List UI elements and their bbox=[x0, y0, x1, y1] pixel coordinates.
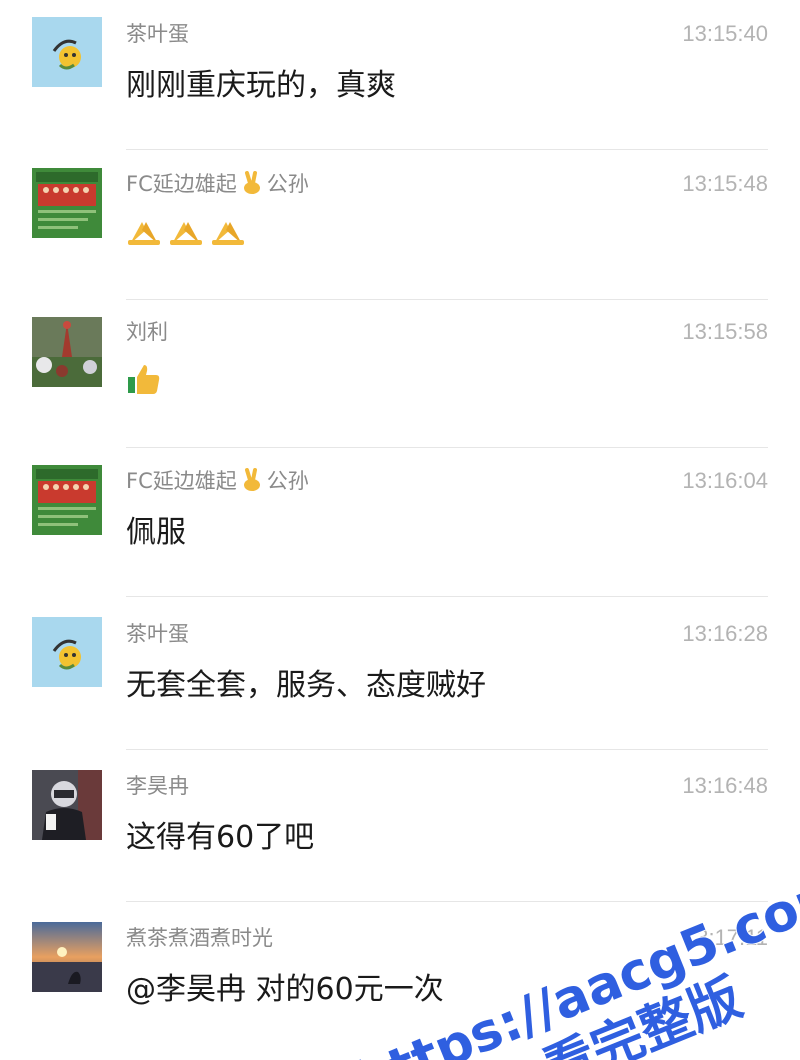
avatar[interactable] bbox=[32, 317, 102, 387]
message-time: 13:16:48 bbox=[682, 773, 768, 798]
divider bbox=[126, 596, 768, 597]
message-text: 佩服 bbox=[126, 515, 186, 550]
sender-suffix: 公孙 bbox=[266, 469, 309, 493]
sender-name: 茶叶蛋 bbox=[126, 22, 189, 46]
folded-hands-icon bbox=[168, 216, 204, 257]
message-text: 这得有60了吧 bbox=[126, 820, 315, 855]
folded-hands-icon bbox=[126, 216, 162, 257]
folded-hands-icon bbox=[210, 216, 246, 257]
avatar[interactable] bbox=[32, 168, 102, 238]
thumbs-up-icon bbox=[126, 361, 162, 408]
message-item[interactable]: 李昊冉 13:16:48 这得有60了吧 bbox=[0, 752, 800, 902]
victory-hand-icon bbox=[241, 468, 263, 499]
message-item[interactable]: 煮茶煮酒煮时光 13:17:11 @李昊冉 对的60元一次 bbox=[0, 904, 800, 1054]
sender-name: 刘利 bbox=[126, 320, 168, 344]
message-text: @李昊冉 对的60元一次 bbox=[126, 972, 444, 1007]
avatar[interactable] bbox=[32, 465, 102, 535]
message-text: 刚刚重庆玩的，真爽 bbox=[126, 68, 396, 103]
message-item[interactable]: 刘利 13:15:58 bbox=[0, 298, 800, 448]
message-item[interactable]: FC延边雄起 公孙 13:16:04 佩服 bbox=[0, 447, 800, 597]
message-time: 13:15:48 bbox=[682, 171, 768, 196]
chat-message-list: 茶叶蛋 13:15:40 刚刚重庆玩的，真爽 FC延边雄起 公孙 13:15:4… bbox=[0, 0, 800, 1060]
sender-suffix: 公孙 bbox=[266, 172, 309, 196]
sender-name: 茶叶蛋 bbox=[126, 622, 189, 646]
avatar[interactable] bbox=[32, 922, 102, 992]
message-time: 13:16:04 bbox=[682, 468, 768, 493]
message-time: 13:17:11 bbox=[683, 925, 768, 950]
sender-name: FC延边雄起 公孙 bbox=[126, 170, 309, 202]
sender-name: FC延边雄起 公孙 bbox=[126, 467, 309, 499]
message-item[interactable]: 茶叶蛋 13:16:28 无套全套，服务、态度贼好 bbox=[0, 600, 800, 750]
victory-hand-icon bbox=[241, 171, 263, 202]
sender-name: 煮茶煮酒煮时光 bbox=[126, 926, 273, 950]
sender-name-text: FC延边雄起 bbox=[126, 469, 237, 493]
message-text: 无套全套，服务、态度贼好 bbox=[126, 668, 486, 703]
message-time: 13:15:58 bbox=[682, 319, 768, 344]
message-emojis bbox=[126, 216, 246, 256]
avatar[interactable] bbox=[32, 17, 102, 87]
avatar[interactable] bbox=[32, 617, 102, 687]
sender-name-text: FC延边雄起 bbox=[126, 172, 237, 196]
message-emojis bbox=[126, 364, 162, 404]
message-time: 13:16:28 bbox=[682, 621, 768, 646]
divider bbox=[126, 749, 768, 750]
sender-name: 李昊冉 bbox=[126, 774, 189, 798]
message-item[interactable]: FC延边雄起 公孙 13:15:48 bbox=[0, 150, 800, 300]
message-item[interactable]: 茶叶蛋 13:15:40 刚刚重庆玩的，真爽 bbox=[0, 0, 800, 150]
message-time: 13:15:40 bbox=[682, 21, 768, 46]
avatar[interactable] bbox=[32, 770, 102, 840]
divider bbox=[126, 901, 768, 902]
